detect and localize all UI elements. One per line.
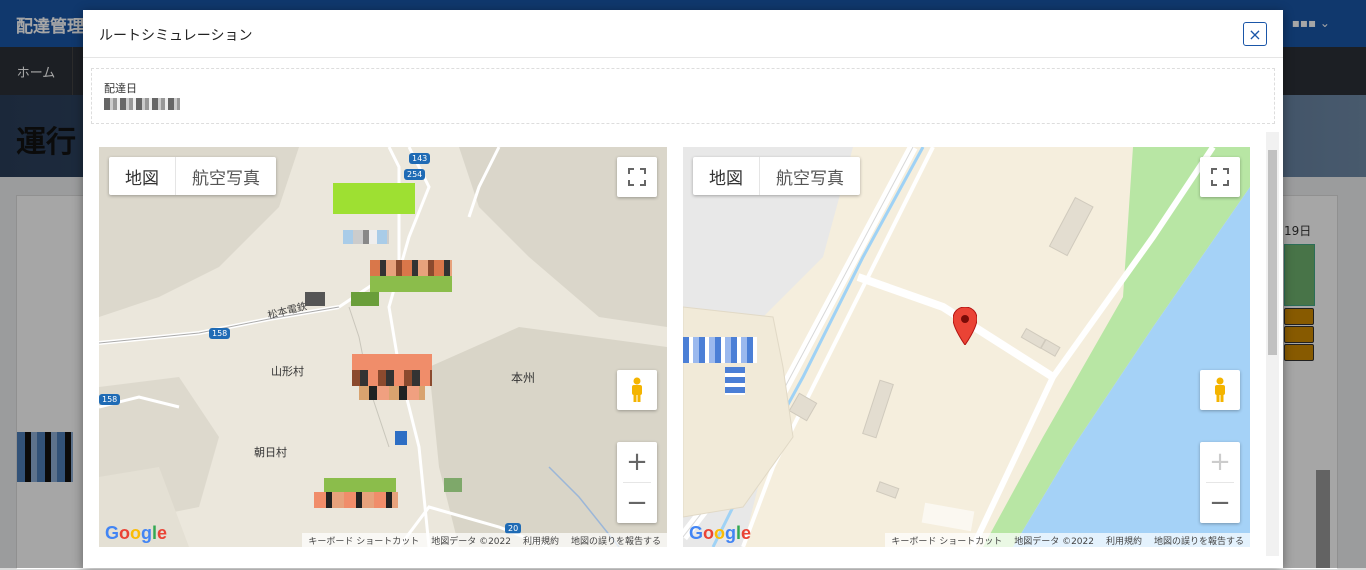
place-label: 朝日村 [254,446,287,459]
route-marker[interactable] [370,260,452,276]
zoom-out-button[interactable]: − [617,483,657,523]
delivery-date-value [104,98,180,110]
report-error-link[interactable]: 地図の誤りを報告する [571,534,661,547]
modal-header: ルートシミュレーション × [83,10,1283,58]
zoom-out-button[interactable]: − [1200,483,1240,523]
google-logo[interactable]: Google [105,523,167,544]
map-type-aerial[interactable]: 航空写真 [759,157,860,195]
pegman-icon [1215,377,1225,402]
delivery-date-label: 配達日 [104,82,137,95]
route-marker[interactable] [324,478,396,492]
zoom-in-button[interactable]: + [617,442,657,482]
route-marker[interactable] [352,370,432,386]
delivery-date-box: 配達日 [91,68,1275,124]
maps-area: 143 254 158 158 20 松本電鉄 山形村 朝日村 本州 地図 航空… [99,147,1251,547]
facility-label [683,337,757,363]
road-shield: 158 [99,394,121,405]
map-type-control: 地図 航空写真 [109,157,276,195]
route-map-right[interactable]: 地図 航空写真 + − Google キーボード ショートカット 地図データ ©… [683,147,1250,547]
map-type-map[interactable]: 地図 [109,157,175,195]
modal-title: ルートシミュレーション [99,28,253,44]
map-type-control: 地図 航空写真 [693,157,860,195]
route-marker[interactable] [343,230,389,244]
street-view-button[interactable] [617,370,657,410]
zoom-in-button[interactable]: + [1200,442,1240,482]
google-logo[interactable]: Google [689,523,751,544]
road-shield: 143 [409,153,431,164]
street-view-button[interactable] [1200,370,1240,410]
close-button[interactable]: × [1243,22,1267,46]
route-marker[interactable] [359,386,425,400]
scrollbar-thumb[interactable] [1268,150,1277,355]
route-marker[interactable] [370,276,452,292]
route-marker[interactable] [333,183,415,214]
route-marker[interactable] [352,354,432,370]
route-marker[interactable] [314,492,398,508]
fullscreen-icon [1211,168,1229,186]
facility-icon [725,367,745,395]
report-error-link[interactable]: 地図の誤りを報告する [1154,534,1244,547]
map-type-map[interactable]: 地図 [693,157,759,195]
modal-scrollbar[interactable] [1266,132,1279,556]
route-marker[interactable] [305,292,325,306]
road-shield: 254 [404,169,426,180]
keyboard-shortcuts-link[interactable]: キーボード ショートカット [891,534,1002,547]
route-map-left[interactable]: 143 254 158 158 20 松本電鉄 山形村 朝日村 本州 地図 航空… [99,147,667,547]
map-attribution: キーボード ショートカット 地図データ ©2022 利用規約 地図の誤りを報告す… [302,533,667,547]
pegman-icon [632,377,642,402]
fullscreen-icon [628,168,646,186]
map-data-credit: 地図データ ©2022 [1014,536,1094,547]
location-pin-icon[interactable] [953,307,977,345]
zoom-control: + − [1200,442,1240,523]
route-marker[interactable] [351,292,379,306]
map-street-detail [683,147,1250,547]
place-label: 山形村 [271,365,304,378]
road-shield: 158 [209,328,231,339]
keyboard-shortcuts-link[interactable]: キーボード ショートカット [308,534,419,547]
zoom-control: + − [617,442,657,523]
map-attribution: キーボード ショートカット 地図データ ©2022 利用規約 地図の誤りを報告す… [885,533,1250,547]
map-data-credit: 地図データ ©2022 [431,536,511,547]
close-icon: × [1248,24,1262,44]
map-type-aerial[interactable]: 航空写真 [175,157,276,195]
route-marker[interactable] [395,431,407,445]
terms-link[interactable]: 利用規約 [523,534,559,547]
fullscreen-button[interactable] [1200,157,1240,197]
fullscreen-button[interactable] [617,157,657,197]
route-simulation-modal: ルートシミュレーション × 配達日 143 254 158 158 20 松本電… [83,10,1283,568]
place-label: 本州 [511,371,536,385]
route-marker[interactable] [444,478,462,492]
terms-link[interactable]: 利用規約 [1106,534,1142,547]
